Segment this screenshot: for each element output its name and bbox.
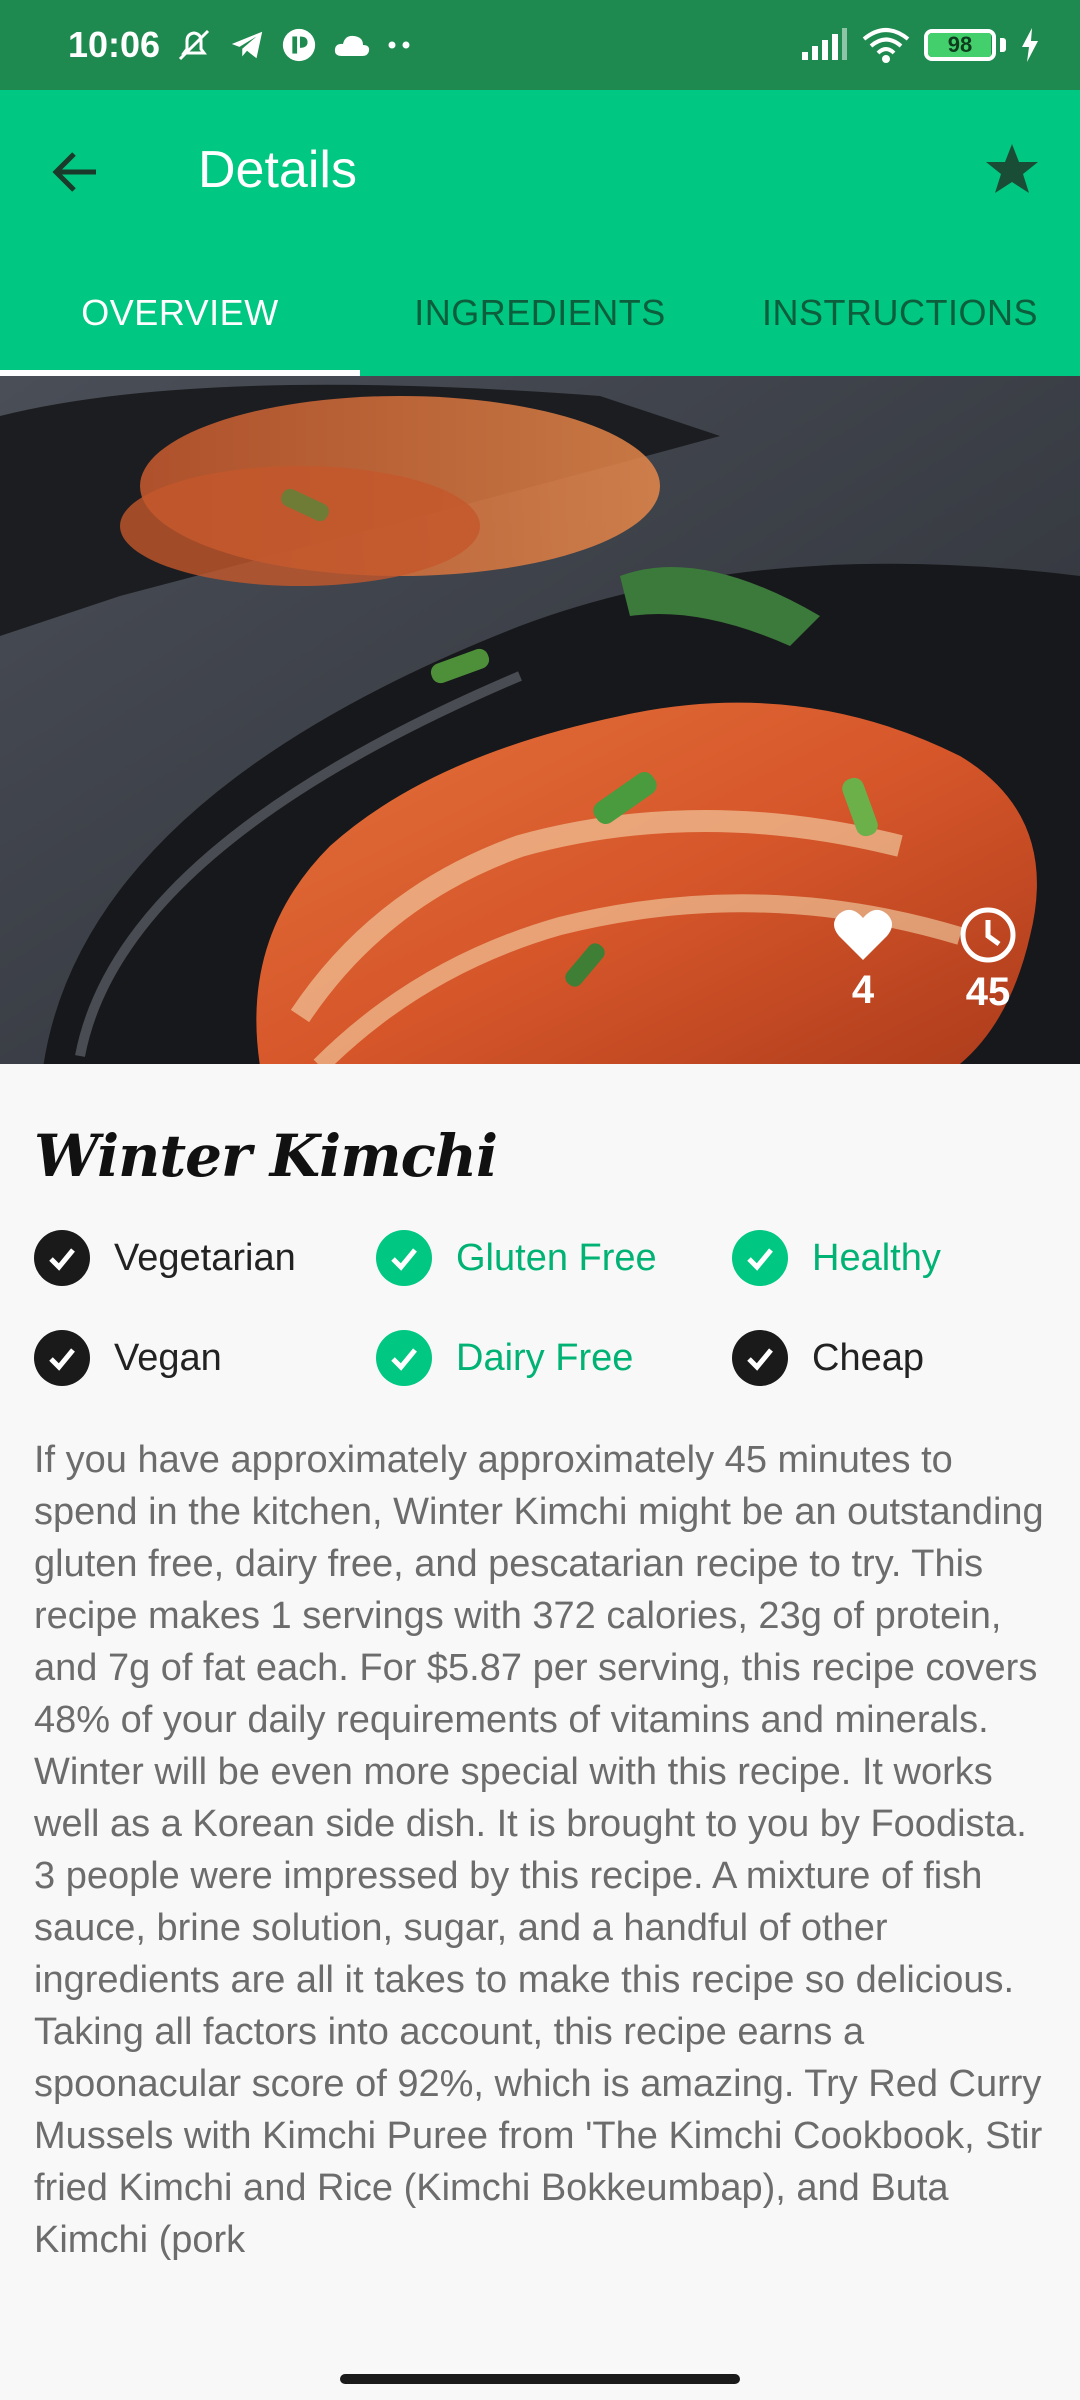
arrow-back-icon [52,152,96,192]
recipe-title: Winter Kimchi [34,1122,498,1190]
tab-instructions[interactable]: INSTRUCTIONS [720,250,1080,376]
tag-healthy: Healthy [732,1224,1032,1292]
check-icon [34,1330,90,1386]
tag-cheap: Cheap [732,1324,1032,1392]
star-icon [986,144,1038,193]
battery-cap [1000,38,1006,52]
tab-ingredients[interactable]: INGREDIENTS [360,250,720,376]
status-time: 10:06 [68,24,161,65]
tag-dairy-free: Dairy Free [376,1324,732,1392]
app-bar: Details [0,90,1080,250]
back-button[interactable] [40,136,112,208]
check-icon [732,1230,788,1286]
check-icon [376,1230,432,1286]
recipe-summary: If you have approximately approximately … [34,1439,1044,2261]
tag-label: Healthy [812,1236,941,1279]
tab-bar: OVERVIEW INGREDIENTS INSTRUCTIONS [0,250,1080,376]
tag-label: Vegetarian [114,1236,296,1279]
home-indicator[interactable] [340,2374,740,2384]
check-icon [732,1330,788,1386]
tag-label: Vegan [114,1336,222,1379]
signal-icon [800,25,848,65]
more-dots-icon [386,25,416,65]
check-icon [376,1330,432,1386]
tag-vegan: Vegan [34,1324,376,1392]
tag-label: Cheap [812,1336,924,1379]
navigation-bar [0,2354,1080,2400]
telegram-icon [228,25,266,65]
overview-content: Winter Kimchi Vegetarian Gluten Free Hea… [0,1064,1080,2354]
diet-tags: Vegetarian Gluten Free Healthy Vegan Dai… [34,1224,1046,1392]
likes-stat: 4 [813,906,913,1013]
wifi-icon [862,25,910,65]
battery-level: 98 [947,32,973,57]
app-root: 10:06 98 Details OVERVIEW INGREDIENTS IN… [0,0,1080,2400]
time-stat: 45 [938,906,1038,1015]
tag-vegetarian: Vegetarian [34,1224,376,1292]
ready-minutes: 45 [965,970,1011,1014]
favorite-button[interactable] [976,134,1048,206]
recipe-image: 4 45 [0,376,1080,1064]
likes-count: 4 [851,968,875,1012]
tab-overview[interactable]: OVERVIEW [0,250,360,376]
recipe-photo [0,376,1080,1064]
tag-gluten-free: Gluten Free [376,1224,732,1292]
page-title: Details [198,141,357,199]
tag-label: Gluten Free [456,1236,657,1279]
heart-icon [834,909,892,960]
status-bar: 10:06 98 [0,0,1080,90]
status-right: 98 [800,25,1040,65]
tag-label: Dairy Free [456,1336,634,1379]
status-left: 10:06 [68,24,416,66]
clock-icon [960,907,1016,963]
check-icon [34,1230,90,1286]
mute-icon [174,25,214,65]
charging-icon [1020,25,1040,65]
cloud-icon [332,25,372,65]
battery-icon: 98 [924,29,996,61]
app-icon [280,25,318,65]
